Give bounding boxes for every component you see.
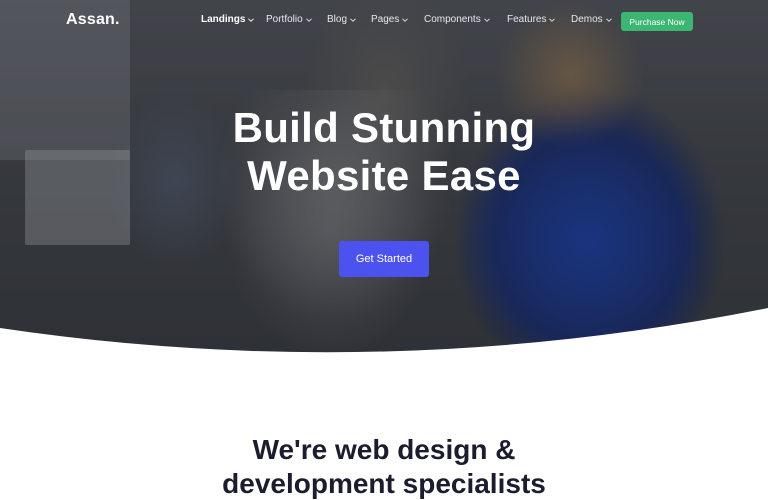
nav-item-demos[interactable]: Demos [571,14,613,25]
hero-title: Build Stunning Website Ease [0,104,768,200]
purchase-now-button[interactable]: Purchase Now [621,12,693,31]
nav-item-label: Features [507,14,547,25]
chevron-down-icon [549,17,556,22]
nav-item-label: Pages [371,14,400,25]
intro-title-line1: We're web design & [252,434,516,465]
nav-item-label: Components [424,14,481,25]
chevron-down-icon [483,17,490,22]
intro-title-line2: development specialists [222,468,546,499]
chevron-down-icon [248,17,255,22]
nav-item-portfolio[interactable]: Portfolio [266,14,313,25]
brand-logo[interactable]: Assan. [66,11,120,29]
chevron-down-icon [605,17,612,22]
nav-item-label: Demos [571,14,603,25]
top-navbar: Assan. Landings Portfolio Blog Pages Com… [0,0,768,44]
nav-item-landings[interactable]: Landings [201,14,255,25]
nav-item-components[interactable]: Components [424,14,491,25]
hero-title-line1: Build Stunning [232,104,536,151]
chevron-down-icon [305,17,312,22]
nav-item-features[interactable]: Features [507,14,556,25]
nav-item-blog[interactable]: Blog [327,14,357,25]
hero-wave-divider [0,308,768,370]
nav-item-label: Blog [327,14,348,25]
get-started-button[interactable]: Get Started [339,241,429,277]
chevron-down-icon [402,17,409,22]
chevron-down-icon [350,17,356,22]
nav-item-label: Landings [201,14,246,25]
nav-item-label: Portfolio [266,14,303,25]
intro-section-title: We're web design & development specialis… [0,433,768,500]
hero-title-line2: Website Ease [247,152,521,199]
nav-item-pages[interactable]: Pages [371,14,409,25]
